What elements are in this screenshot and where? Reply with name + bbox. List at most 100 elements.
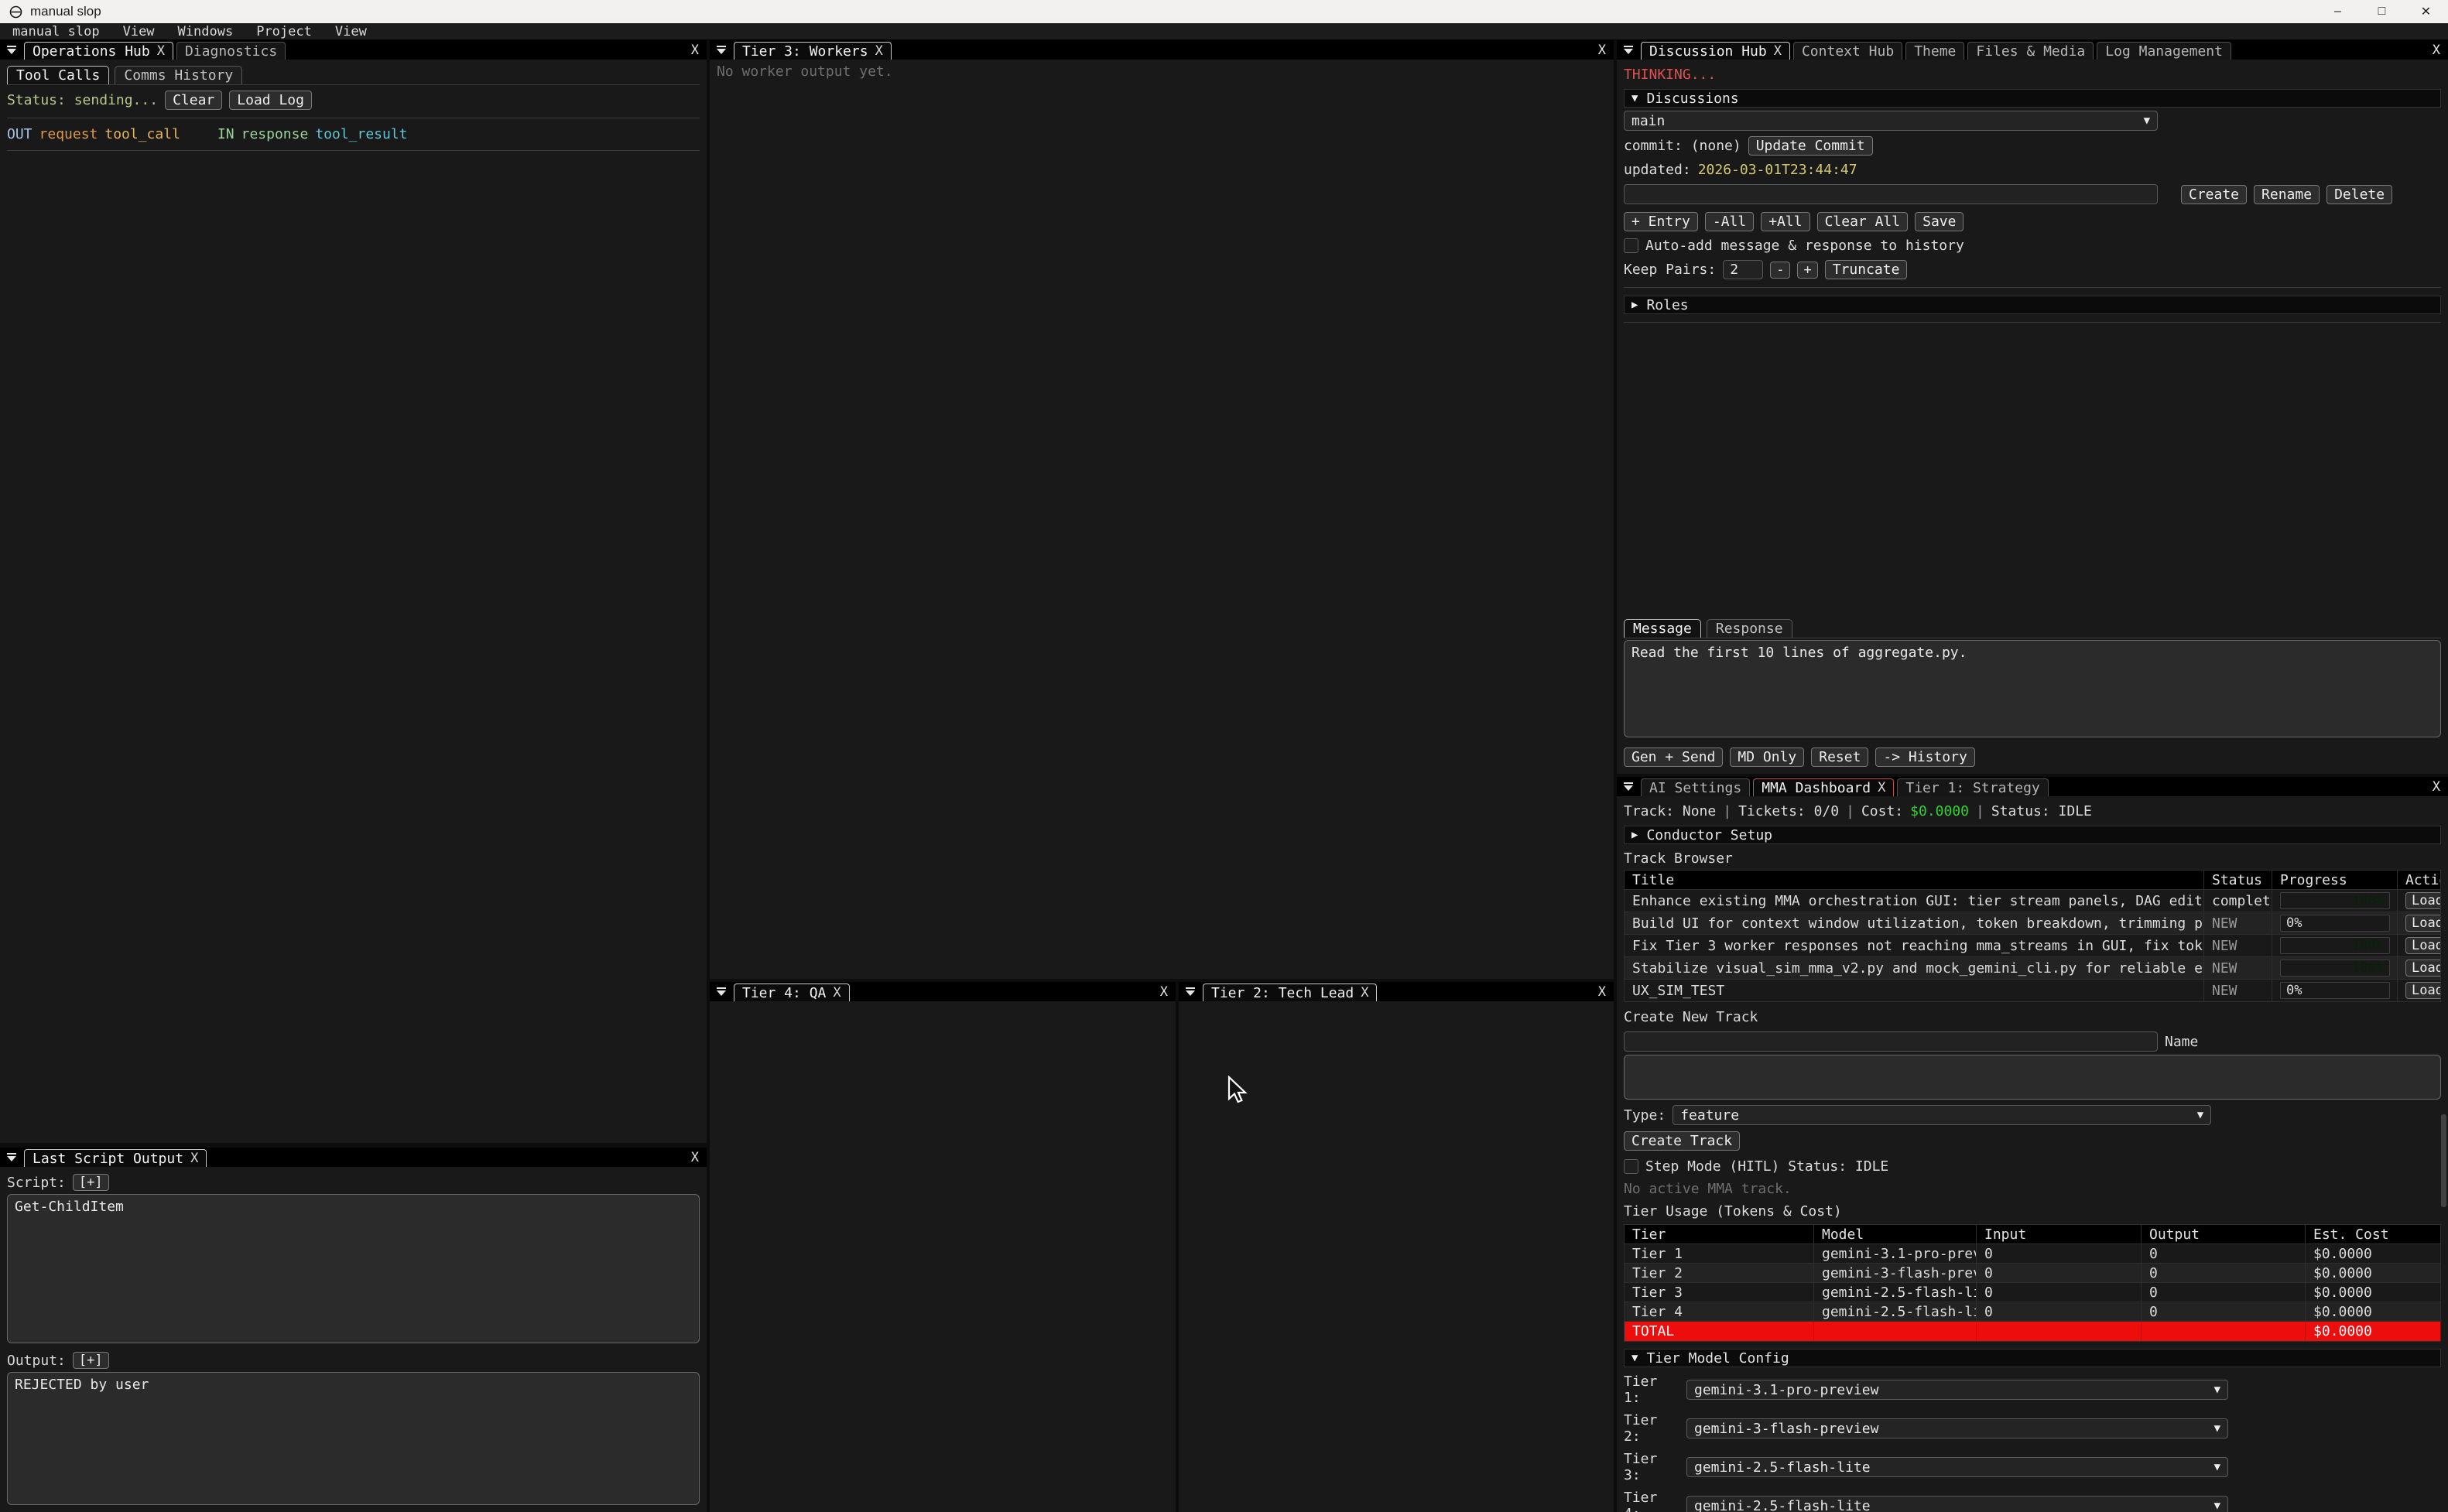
tab-comms-history[interactable]: Comms History: [115, 66, 242, 84]
track-description-textarea[interactable]: [1624, 1055, 2441, 1100]
to-history-button[interactable]: -> History: [1875, 747, 1974, 767]
panel-close-icon[interactable]: X: [2433, 43, 2440, 58]
tier4-model-select[interactable]: gemini-2.5-flash-lite ▼: [1686, 1496, 2228, 1512]
panel-close-icon[interactable]: X: [1598, 43, 1606, 58]
legend-out: OUT: [7, 126, 33, 142]
tab-context-hub[interactable]: Context Hub: [1793, 42, 1902, 60]
track-row[interactable]: Build UI for context window utilization,…: [1625, 912, 2440, 934]
tab-ai-settings[interactable]: AI Settings: [1641, 778, 1750, 796]
tab-tier3-workers[interactable]: Tier 3: Workers X: [734, 42, 892, 60]
menu-item[interactable]: View: [123, 24, 155, 39]
tab-diagnostics[interactable]: Diagnostics: [176, 42, 286, 60]
close-button[interactable]: ✕: [2404, 0, 2448, 23]
panel-close-icon[interactable]: X: [2433, 779, 2440, 795]
panel-menu-icon[interactable]: [712, 40, 731, 60]
menu-item[interactable]: View: [335, 24, 367, 39]
tab-tier4-qa[interactable]: Tier 4: QA X: [734, 983, 850, 1001]
tab-close-icon[interactable]: X: [157, 43, 165, 59]
tab-discussion-hub[interactable]: Discussion Hub X: [1641, 42, 1790, 60]
tab-message[interactable]: Message: [1624, 619, 1701, 638]
tab-operations-hub[interactable]: Operations Hub X: [24, 42, 173, 60]
add-entry-button[interactable]: + Entry: [1624, 212, 1698, 231]
tab-close-icon[interactable]: X: [833, 985, 841, 1001]
track-row[interactable]: Enhance existing MMA orchestration GUI: …: [1625, 889, 2440, 912]
tab-close-icon[interactable]: X: [1878, 780, 1885, 795]
load-button[interactable]: Load: [2405, 960, 2440, 977]
clear-all-button[interactable]: Clear All: [1817, 212, 1909, 231]
track-row[interactable]: UX_SIM_TEST NEW 0% Load: [1625, 979, 2440, 1001]
tab-tool-calls[interactable]: Tool Calls: [7, 66, 109, 84]
panel-menu-icon[interactable]: [2, 40, 21, 60]
menu-item[interactable]: manual slop: [12, 24, 100, 39]
message-textarea[interactable]: Read the first 10 lines of aggregate.py.: [1624, 640, 2441, 737]
minimize-button[interactable]: –: [2316, 0, 2360, 23]
tab-tier1-strategy[interactable]: Tier 1: Strategy: [1897, 778, 2048, 796]
truncate-button[interactable]: Truncate: [1825, 260, 1908, 279]
script-expand-button[interactable]: [+]: [73, 1174, 109, 1191]
panel-menu-icon[interactable]: [2, 1148, 21, 1167]
panel-close-icon[interactable]: X: [691, 1150, 699, 1165]
tab-tier2-tech-lead[interactable]: Tier 2: Tech Lead X: [1203, 983, 1377, 1001]
tab-close-icon[interactable]: X: [1774, 43, 1782, 59]
tab-last-script-output[interactable]: Last Script Output X: [24, 1149, 207, 1167]
menu-item[interactable]: Project: [256, 24, 312, 39]
tier3-model-select[interactable]: gemini-2.5-flash-lite ▼: [1686, 1457, 2228, 1477]
menu-item[interactable]: Windows: [178, 24, 234, 39]
tab-close-icon[interactable]: X: [190, 1151, 198, 1166]
auto-add-checkbox[interactable]: [1624, 238, 1638, 253]
script-textarea[interactable]: Get-ChildItem: [7, 1194, 700, 1343]
panel-menu-icon[interactable]: [1619, 777, 1638, 796]
panel-close-icon[interactable]: X: [1598, 984, 1606, 1000]
panel-menu-icon[interactable]: [1619, 40, 1638, 60]
keep-pairs-input[interactable]: 2: [1723, 260, 1763, 279]
no-active-track-text: No active MMA track.: [1624, 1181, 1792, 1197]
rename-button[interactable]: Rename: [2254, 185, 2320, 204]
track-type-select[interactable]: feature ▼: [1673, 1105, 2211, 1125]
discussions-collapsing-header[interactable]: ▼ Discussions: [1624, 89, 2441, 108]
tier2-model-select[interactable]: gemini-3-flash-preview ▼: [1686, 1418, 2228, 1438]
roles-collapsing-header[interactable]: ▶ Roles: [1624, 296, 2441, 314]
tab-close-icon[interactable]: X: [1361, 985, 1368, 1001]
tab-files-media[interactable]: Files & Media: [1967, 42, 2094, 60]
maximize-button[interactable]: □: [2360, 0, 2404, 23]
load-log-button[interactable]: Load Log: [229, 91, 312, 110]
load-button[interactable]: Load: [2405, 892, 2440, 909]
update-commit-button[interactable]: Update Commit: [1748, 136, 1873, 156]
track-name-input[interactable]: [1624, 1031, 2158, 1052]
md-only-button[interactable]: MD Only: [1730, 747, 1804, 767]
create-button[interactable]: Create: [2181, 185, 2247, 204]
panel-close-icon[interactable]: X: [691, 43, 699, 58]
save-button[interactable]: Save: [1915, 212, 1964, 231]
tab-close-icon[interactable]: X: [875, 43, 883, 59]
tier1-model-select[interactable]: gemini-3.1-pro-preview ▼: [1686, 1380, 2228, 1400]
tier-model-config-header[interactable]: ▼ Tier Model Config: [1624, 1349, 2441, 1367]
delete-button[interactable]: Delete: [2326, 185, 2392, 204]
load-button[interactable]: Load: [2405, 915, 2440, 932]
panel-menu-icon[interactable]: [1181, 982, 1200, 1001]
panel-close-icon[interactable]: X: [1160, 984, 1168, 1000]
tab-mma-dashboard[interactable]: MMA Dashboard X: [1753, 778, 1894, 796]
load-button[interactable]: Load: [2405, 937, 2440, 954]
track-row[interactable]: Stabilize visual_sim_mma_v2.py and mock_…: [1625, 956, 2440, 979]
panel-menu-icon[interactable]: [712, 982, 731, 1001]
minus-all-button[interactable]: -All: [1705, 212, 1754, 231]
step-mode-checkbox[interactable]: [1624, 1159, 1638, 1174]
keep-pairs-decrement-button[interactable]: -: [1770, 262, 1790, 279]
keep-pairs-increment-button[interactable]: +: [1797, 262, 1817, 279]
output-expand-button[interactable]: [+]: [73, 1352, 109, 1369]
tab-response[interactable]: Response: [1707, 619, 1792, 638]
load-button[interactable]: Load: [2405, 982, 2440, 999]
plus-all-button[interactable]: +All: [1761, 212, 1809, 231]
scrollbar-thumb[interactable]: [2441, 1114, 2446, 1207]
create-track-button[interactable]: Create Track: [1624, 1131, 1740, 1151]
discussion-name-input[interactable]: [1624, 184, 2158, 204]
branch-select[interactable]: main ▼: [1624, 111, 2158, 131]
output-textarea[interactable]: REJECTED by user: [7, 1372, 700, 1505]
gen-send-button[interactable]: Gen + Send: [1624, 747, 1723, 767]
tab-log-management[interactable]: Log Management: [2097, 42, 2231, 60]
track-row[interactable]: Fix Tier 3 worker responses not reaching…: [1625, 934, 2440, 956]
clear-button[interactable]: Clear: [165, 91, 222, 110]
tab-theme[interactable]: Theme: [1905, 42, 1964, 60]
reset-button[interactable]: Reset: [1811, 747, 1868, 767]
conductor-setup-header[interactable]: ▶ Conductor Setup: [1624, 826, 2441, 844]
